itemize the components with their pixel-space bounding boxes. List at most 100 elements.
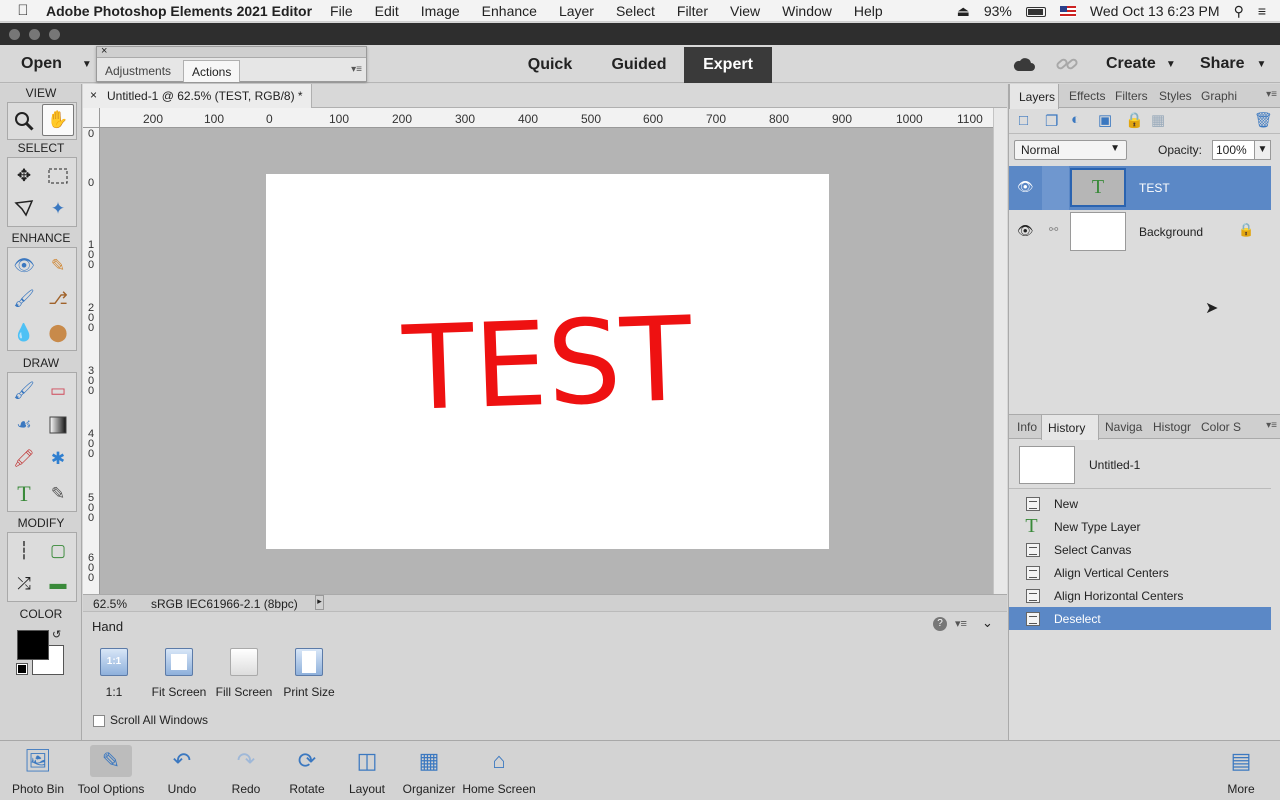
zoom-level[interactable]: 62.5% bbox=[93, 597, 127, 611]
history-step-new[interactable]: New bbox=[1009, 492, 1271, 515]
open-dropdown-icon[interactable]: ▼ bbox=[82, 59, 92, 70]
delete-layer-icon[interactable]: 🗑 bbox=[1254, 111, 1273, 129]
layout-button[interactable]: ◫ Layout bbox=[344, 741, 390, 800]
content-aware-move-tool-icon[interactable]: ⤮ bbox=[8, 568, 40, 600]
history-step-align-horizontal[interactable]: Align Horizontal Centers bbox=[1009, 584, 1271, 607]
tool-options-button[interactable]: ✎ Tool Options bbox=[73, 741, 149, 800]
crop-tool-icon[interactable]: ┆ bbox=[8, 535, 40, 567]
layer-locked-icon[interactable]: 🔒 bbox=[1238, 222, 1254, 238]
eyedropper-tool-icon[interactable]: 🖍 bbox=[8, 443, 40, 475]
link-icon[interactable] bbox=[1056, 45, 1078, 83]
history-step-deselect[interactable]: Deselect bbox=[1009, 607, 1271, 630]
adjustment-layer-icon[interactable]: ◐ bbox=[1071, 111, 1080, 128]
apple-menu-icon[interactable]:  bbox=[0, 2, 46, 19]
more-button[interactable]: ▤ More bbox=[1216, 741, 1266, 800]
brush-tool-icon[interactable]: 🖌 bbox=[8, 375, 40, 407]
menu-window[interactable]: Window bbox=[782, 3, 832, 19]
gradient-tool-icon[interactable] bbox=[42, 409, 74, 441]
mode-guided[interactable]: Guided bbox=[596, 47, 682, 83]
open-button[interactable]: Open ▼ bbox=[21, 45, 92, 83]
type-tool-icon[interactable]: T bbox=[8, 478, 40, 510]
scroll-all-windows-checkbox[interactable] bbox=[93, 715, 105, 727]
mode-quick[interactable]: Quick bbox=[518, 47, 582, 83]
menu-view[interactable]: View bbox=[730, 3, 760, 19]
new-group-icon[interactable]: ❐ bbox=[1045, 112, 1058, 130]
menu-filter[interactable]: Filter bbox=[677, 3, 708, 19]
hand-tool-icon[interactable]: ✋ bbox=[42, 104, 74, 136]
spotlight-search-icon[interactable]: ⚲ bbox=[1234, 3, 1244, 20]
marquee-tool-icon[interactable] bbox=[42, 160, 74, 192]
clone-stamp-tool-icon[interactable]: ⎇ bbox=[42, 283, 74, 315]
eraser-tool-icon[interactable]: ▭ bbox=[42, 375, 74, 407]
document-canvas[interactable]: TEST bbox=[266, 174, 829, 549]
tab-color-swatches[interactable]: Color S bbox=[1197, 415, 1243, 439]
floating-panel-header[interactable]: × bbox=[97, 45, 366, 58]
app-name-menu[interactable]: Adobe Photoshop Elements 2021 Editor bbox=[46, 3, 312, 19]
blend-mode-select[interactable]: Normal ▼ bbox=[1014, 140, 1127, 160]
lasso-tool-icon[interactable] bbox=[8, 193, 40, 225]
tab-history[interactable]: History bbox=[1041, 415, 1099, 440]
menubar-clock[interactable]: Wed Oct 13 6:23 PM bbox=[1090, 3, 1220, 19]
layer-visibility-eye-icon[interactable]: 👁 bbox=[1017, 179, 1034, 195]
redo-button[interactable]: ↷ Redo bbox=[224, 741, 268, 800]
layer-link-icon[interactable]: ⚯ bbox=[1049, 223, 1058, 236]
undo-button[interactable]: ↶ Undo bbox=[160, 741, 204, 800]
layers-panel-menu-icon[interactable]: ▾≡ bbox=[1266, 89, 1277, 100]
tab-actions[interactable]: Actions bbox=[183, 60, 241, 82]
input-source-flag-icon[interactable] bbox=[1059, 3, 1076, 19]
battery-icon[interactable] bbox=[1025, 3, 1046, 19]
document-tab[interactable]: × Untitled-1 @ 62.5% (TEST, RGB/8) * bbox=[83, 84, 312, 108]
layer-visibility-eye-icon[interactable]: 👁 bbox=[1017, 223, 1034, 239]
tab-info[interactable]: Info bbox=[1009, 415, 1041, 439]
tab-layers[interactable]: Layers bbox=[1009, 84, 1059, 109]
layer-row-background[interactable]: 👁 ⚯ Background 🔒 bbox=[1009, 210, 1271, 254]
fit-screen-button[interactable]: Fit Screen bbox=[150, 648, 208, 699]
lock-all-icon[interactable]: 🔒 bbox=[1125, 111, 1144, 129]
zoom-tool-icon[interactable] bbox=[8, 105, 40, 137]
sponge-tool-icon[interactable]: ⬤ bbox=[42, 317, 74, 349]
collapse-options-icon[interactable]: ⌄ bbox=[982, 615, 993, 631]
history-step-select-canvas[interactable]: Select Canvas bbox=[1009, 538, 1271, 561]
panel-menu-icon[interactable]: ▾≡ bbox=[351, 64, 362, 75]
rotate-button[interactable]: ⟳ Rotate bbox=[284, 741, 330, 800]
foreground-color-swatch[interactable] bbox=[17, 630, 49, 660]
close-document-icon[interactable]: × bbox=[90, 88, 97, 102]
new-layer-icon[interactable]: □ bbox=[1019, 112, 1028, 129]
tab-navigator[interactable]: Naviga bbox=[1101, 415, 1145, 439]
close-panel-icon[interactable]: × bbox=[101, 45, 107, 57]
paint-bucket-tool-icon[interactable]: ☙ bbox=[8, 409, 40, 441]
home-screen-button[interactable]: ⌂ Home Screen bbox=[460, 741, 538, 800]
cloud-icon[interactable] bbox=[1012, 45, 1036, 83]
ruler-origin[interactable] bbox=[83, 108, 100, 128]
layer-name-background[interactable]: Background bbox=[1139, 225, 1203, 239]
share-button[interactable]: Share ▼ bbox=[1200, 45, 1266, 83]
eject-icon[interactable]: ⏏ bbox=[957, 3, 970, 20]
red-eye-tool-icon[interactable]: 👁 bbox=[8, 250, 40, 282]
menu-edit[interactable]: Edit bbox=[375, 3, 399, 19]
spot-healing-tool-icon[interactable]: ✎ bbox=[42, 250, 74, 282]
scroll-all-windows-label[interactable]: Scroll All Windows bbox=[110, 713, 208, 727]
layer-row-test[interactable]: 👁 T TEST bbox=[1009, 166, 1271, 210]
battery-percent[interactable]: 93% bbox=[984, 3, 1012, 19]
menu-file[interactable]: File bbox=[330, 3, 353, 19]
create-button[interactable]: Create ▼ bbox=[1106, 45, 1176, 83]
tab-adjustments[interactable]: Adjustments bbox=[97, 60, 179, 82]
swap-colors-icon[interactable]: ↺ bbox=[52, 628, 61, 641]
menu-enhance[interactable]: Enhance bbox=[482, 3, 537, 19]
pencil-tool-icon[interactable]: ✎ bbox=[42, 478, 74, 510]
history-snapshot-row[interactable]: Untitled-1 bbox=[1009, 439, 1271, 489]
history-step-align-vertical[interactable]: Align Vertical Centers bbox=[1009, 561, 1271, 584]
tab-effects[interactable]: Effects bbox=[1065, 84, 1109, 108]
blur-tool-icon[interactable]: 💧 bbox=[8, 317, 40, 349]
fill-screen-button[interactable]: Fill Screen bbox=[214, 648, 274, 699]
opacity-dropdown-icon[interactable]: ▼ bbox=[1254, 140, 1271, 160]
organizer-button[interactable]: ▦ Organizer bbox=[400, 741, 458, 800]
minimize-window-icon[interactable] bbox=[29, 29, 40, 40]
status-expand-icon[interactable]: ▸ bbox=[315, 595, 324, 610]
menu-help[interactable]: Help bbox=[854, 3, 883, 19]
options-menu-icon[interactable]: ▾≡ bbox=[955, 617, 967, 630]
control-center-icon[interactable]: ≡ bbox=[1258, 3, 1266, 19]
photo-bin-button[interactable]: 🖼 Photo Bin bbox=[6, 741, 70, 800]
custom-shape-tool-icon[interactable]: ✱ bbox=[42, 443, 74, 475]
actual-pixels-button[interactable]: 1:1 1:1 bbox=[86, 648, 142, 699]
